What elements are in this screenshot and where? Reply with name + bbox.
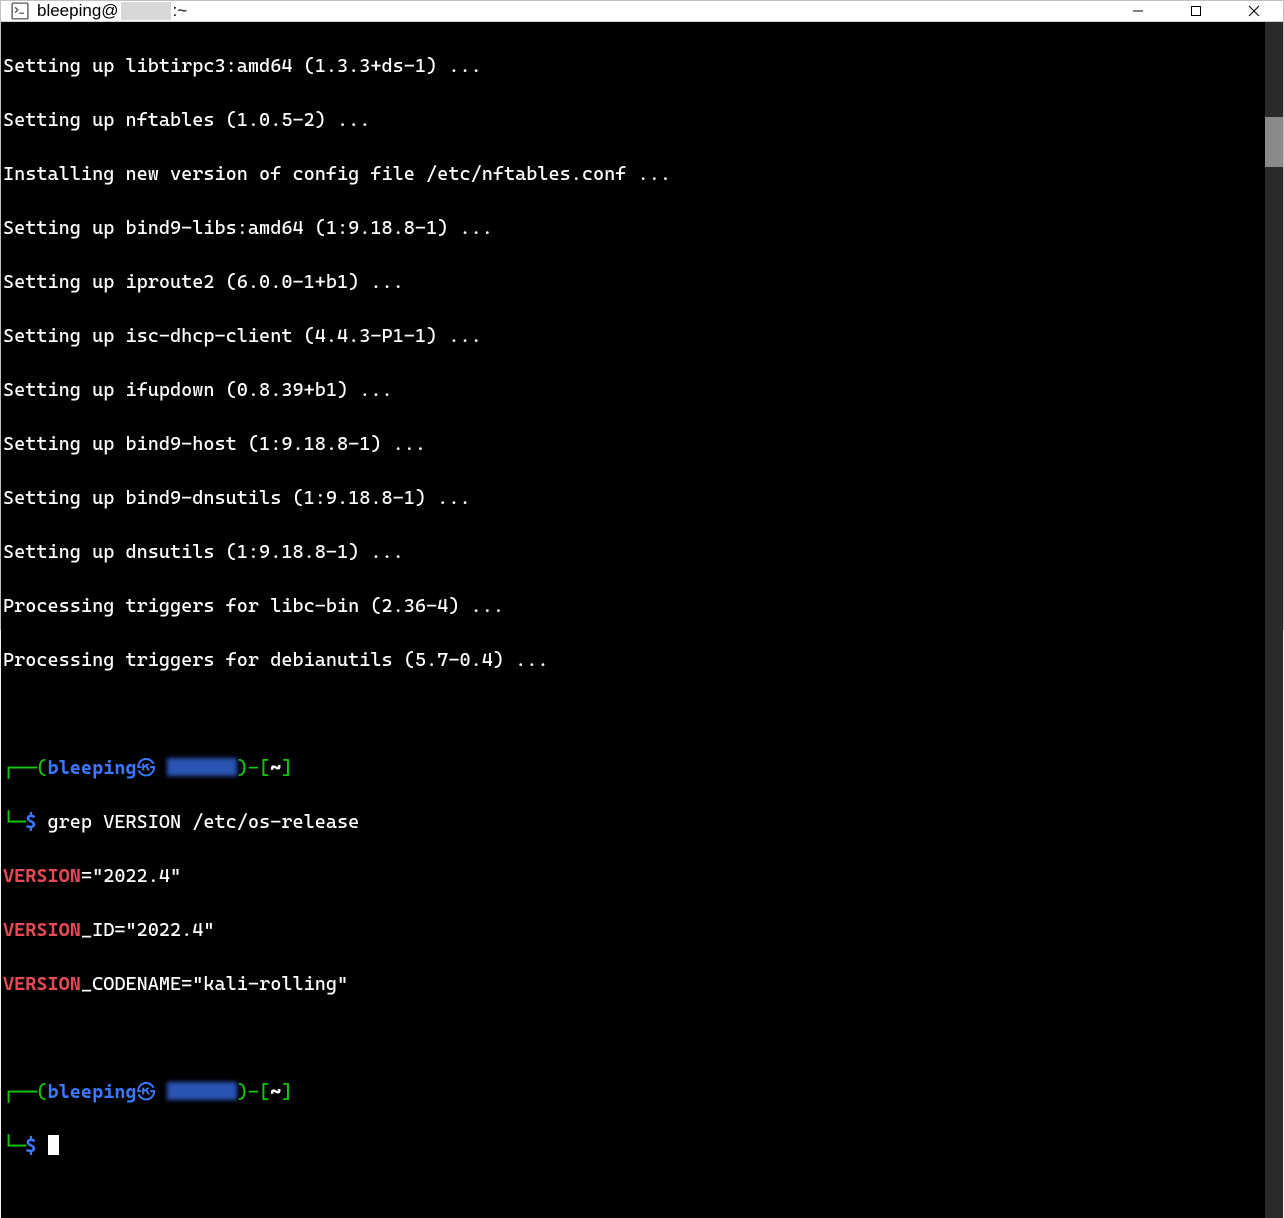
- scrollbar-thumb[interactable]: [1265, 117, 1283, 167]
- minimize-button[interactable]: [1109, 1, 1167, 21]
- grep-output-line: VERSION_ID="2022.4": [3, 917, 1263, 944]
- output-line: Setting up iproute2 (6.0.0-1+b1) ...: [3, 269, 1263, 296]
- prompt-host-redacted: [167, 758, 237, 776]
- output-line: Setting up libtirpc3:amd64 (1.3.3+ds-1) …: [3, 53, 1263, 80]
- command-text: grep VERSION /etc/os-release: [48, 811, 360, 833]
- output-line: Setting up ifupdown (0.8.39+b1) ...: [3, 377, 1263, 404]
- output-line: Installing new version of config file /e…: [3, 161, 1263, 188]
- window-controls: [1109, 1, 1283, 21]
- scrollbar[interactable]: [1265, 22, 1283, 1218]
- prompt-line-2: └─$ grep VERSION /etc/os-release: [3, 809, 1263, 836]
- close-button[interactable]: [1225, 1, 1283, 21]
- terminal-content[interactable]: Setting up libtirpc3:amd64 (1.3.3+ds-1) …: [1, 22, 1265, 1218]
- maximize-button[interactable]: [1167, 1, 1225, 21]
- grep-output-line: VERSION_CODENAME="kali-rolling": [3, 971, 1263, 998]
- blank-line: [3, 701, 1263, 728]
- title-user: bleeping: [37, 1, 101, 21]
- output-line: Setting up dnsutils (1:9.18.8-1) ...: [3, 539, 1263, 566]
- prompt-user: bleeping: [48, 1081, 137, 1103]
- prompt-line-2: └─$: [3, 1133, 1263, 1160]
- prompt-path: ~: [270, 757, 281, 779]
- output-line: Setting up bind9-libs:amd64 (1:9.18.8-1)…: [3, 215, 1263, 242]
- prompt-line-1: ┌──(bleeping㉿ )-[~]: [3, 1079, 1263, 1106]
- terminal-area: Setting up libtirpc3:amd64 (1.3.3+ds-1) …: [1, 22, 1283, 1218]
- prompt-host-redacted: [167, 1082, 237, 1100]
- output-line: Processing triggers for debianutils (5.7…: [3, 647, 1263, 674]
- prompt-user: bleeping: [48, 757, 137, 779]
- app-icon: [11, 2, 29, 20]
- prompt-path: ~: [270, 1081, 281, 1103]
- blank-line: [3, 1025, 1263, 1052]
- title-host-redacted: [121, 2, 171, 20]
- output-line: Setting up nftables (1.0.5-2) ...: [3, 107, 1263, 134]
- cursor: [48, 1135, 59, 1155]
- title-path: ~: [177, 1, 187, 21]
- window-titlebar: bleeping@: ~: [1, 1, 1283, 22]
- terminal-window: bleeping@: ~ Setting up libtirpc3:amd64 …: [0, 0, 1284, 630]
- output-line: Setting up isc-dhcp-client (4.4.3-P1-1) …: [3, 323, 1263, 350]
- output-line: Processing triggers for libc-bin (2.36-4…: [3, 593, 1263, 620]
- window-title: bleeping@: ~: [37, 1, 1109, 21]
- output-line: Setting up bind9-dnsutils (1:9.18.8-1) .…: [3, 485, 1263, 512]
- output-line: Setting up bind9-host (1:9.18.8-1) ...: [3, 431, 1263, 458]
- prompt-line-1: ┌──(bleeping㉿ )-[~]: [3, 755, 1263, 782]
- grep-output-line: VERSION="2022.4": [3, 863, 1263, 890]
